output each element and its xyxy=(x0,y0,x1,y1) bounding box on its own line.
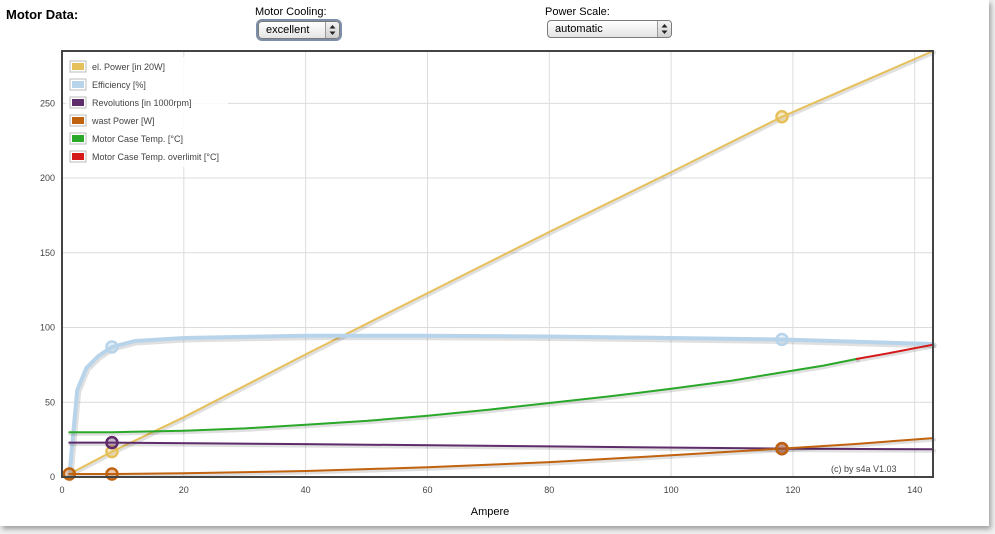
y-tick-label: 150 xyxy=(40,248,55,258)
legend-label: Motor Case Temp. overlimit [°C] xyxy=(92,152,219,162)
legend-swatch xyxy=(72,63,84,70)
x-tick-label: 100 xyxy=(664,485,679,495)
series-2-marker xyxy=(775,332,789,347)
credit-text: (c) by s4a V1.03 xyxy=(831,464,897,474)
legend-label: wast Power [W] xyxy=(91,116,155,126)
x-tick-label: 20 xyxy=(179,485,189,495)
x-axis-label: Ampere xyxy=(470,506,510,518)
x-tick-label: 80 xyxy=(544,485,554,495)
y-tick-label: 100 xyxy=(40,323,55,333)
series-4-marker xyxy=(775,441,789,456)
legend-label: Revolutions [in 1000rpm] xyxy=(92,98,192,108)
x-tick-label: 0 xyxy=(59,485,64,495)
series-1-marker xyxy=(775,110,789,124)
y-tick-label: 0 xyxy=(50,472,55,482)
x-tick-label: 140 xyxy=(907,485,922,495)
x-tick-label: 60 xyxy=(422,485,432,495)
motor-data-panel: Motor Data: Motor Cooling: excellent Pow… xyxy=(0,0,989,526)
legend-swatch xyxy=(72,135,84,142)
legend: el. Power [in 20W] Efficiency [%] Revoluti… xyxy=(66,57,228,167)
legend-swatch xyxy=(72,81,84,88)
y-tick-label: 250 xyxy=(40,98,55,108)
legend-swatch xyxy=(72,99,84,106)
legend-swatch xyxy=(72,153,84,160)
legend-label: el. Power [in 20W] xyxy=(92,62,165,72)
series-3-marker xyxy=(105,435,119,450)
y-tick-label: 50 xyxy=(45,397,55,407)
x-tick-label: 120 xyxy=(785,485,800,495)
legend-label: Motor Case Temp. [°C] xyxy=(92,134,183,144)
legend-label: Efficiency [%] xyxy=(92,80,146,90)
series-2-marker xyxy=(105,340,119,354)
motor-chart: 0 20 40 60 80 100 120 140 0 50 100 150 200 250 el. Po… xyxy=(40,50,937,495)
x-tick-label: 40 xyxy=(301,485,311,495)
y-tick-label: 200 xyxy=(40,173,55,183)
legend-swatch xyxy=(72,117,84,124)
legend-background xyxy=(66,57,228,167)
